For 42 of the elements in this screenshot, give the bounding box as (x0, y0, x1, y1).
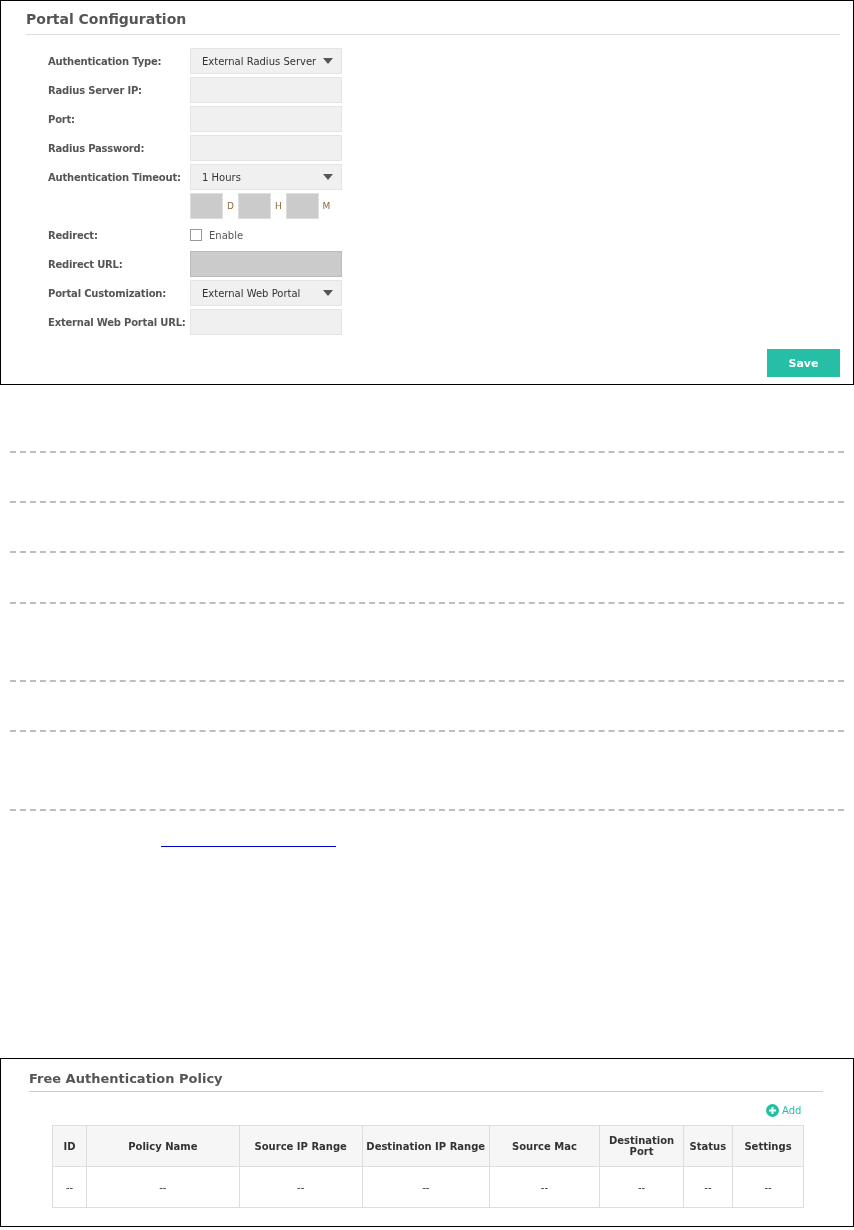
field-label: Port: (48, 113, 76, 125)
unit-label: M (321, 201, 332, 211)
table-cell: -- (683, 1166, 733, 1208)
field-label: Authentication Timeout: (48, 171, 182, 183)
table-cell: -- (86, 1166, 240, 1208)
table-cell: -- (599, 1166, 684, 1208)
input-field[interactable] (238, 193, 271, 219)
unit-label: H (274, 201, 283, 211)
unit-label: D (226, 201, 235, 211)
field-label: External Web Portal URL: (48, 316, 187, 328)
field-label: Radius Server IP: (48, 84, 143, 96)
dropdown[interactable]: External Web Portal (190, 280, 342, 306)
field-label: Redirect: (48, 229, 99, 241)
table-cell: -- (732, 1166, 804, 1208)
field-label: Portal Customization: (48, 287, 168, 299)
section-title: Free Authentication Policy (29, 1071, 223, 1086)
field-label: Radius Password: (48, 142, 146, 154)
input-field[interactable] (286, 193, 319, 219)
dropdown[interactable]: External Radius Server (190, 48, 342, 74)
column-header: ID (52, 1125, 87, 1167)
caret-icon (323, 290, 333, 296)
table-cell: -- (362, 1166, 490, 1208)
column-header: Settings (732, 1125, 804, 1167)
checkbox[interactable] (190, 229, 202, 241)
checkbox-label: Enable (209, 229, 244, 241)
column-header: Status (683, 1125, 733, 1167)
column-header: Source Mac (489, 1125, 600, 1167)
table-cell: -- (489, 1166, 600, 1208)
caret-icon (323, 58, 333, 64)
field-label: Redirect URL: (48, 258, 124, 270)
field-label: Authentication Type: (48, 55, 163, 67)
plus-icon (766, 1104, 779, 1117)
dropdown[interactable]: 1 Hours (190, 164, 342, 190)
column-header: Destination Port (599, 1125, 684, 1167)
table-cell: -- (52, 1166, 87, 1208)
column-header: Source IP Range (239, 1125, 363, 1167)
caret-icon (323, 174, 333, 180)
section-title: Portal Configuration (26, 11, 187, 27)
table-cell: -- (239, 1166, 363, 1208)
input-field[interactable] (190, 193, 223, 219)
column-header: Policy Name (86, 1125, 240, 1167)
column-header: Destination IP Range (362, 1125, 490, 1167)
